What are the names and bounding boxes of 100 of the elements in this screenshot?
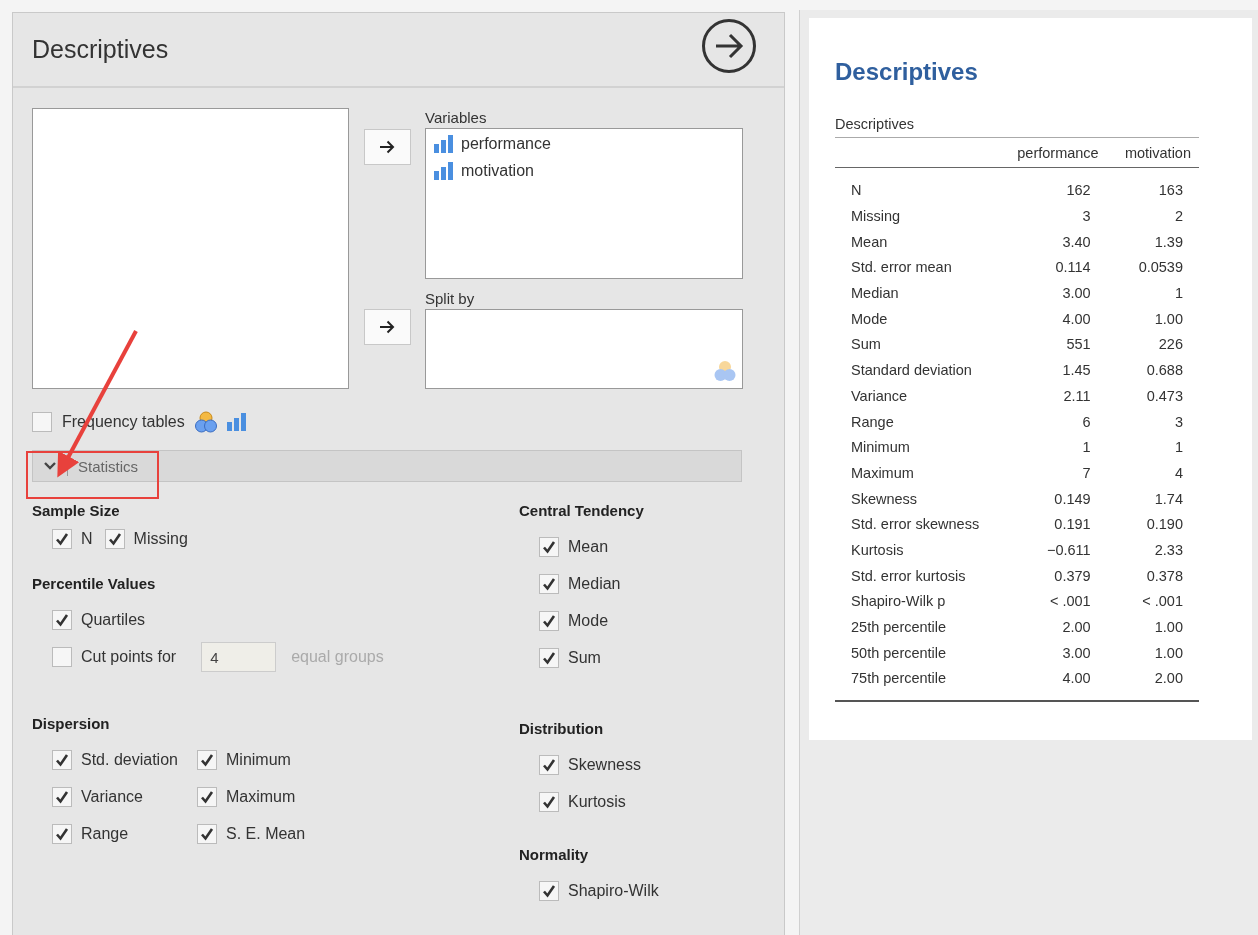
row-label: 25th percentile (850, 618, 948, 638)
option-label: Mode (568, 612, 609, 630)
table-cell-text: 2.00 (1061, 618, 1092, 638)
run-button[interactable] (702, 18, 756, 73)
move-button[interactable] (363, 129, 411, 165)
checkbox[interactable] (52, 750, 72, 770)
table-cell-text: 0.378 (1145, 566, 1184, 586)
nominal-variable-icon (714, 360, 736, 382)
nominal-variable-icon (194, 411, 217, 433)
list-label: Split by (425, 289, 476, 309)
number-field[interactable]: 4 (201, 642, 277, 672)
continuous-variable-icon (226, 413, 246, 431)
table-cell-text: 2.33 (1153, 540, 1184, 560)
row-label: Sum (850, 335, 882, 355)
move-button[interactable] (363, 309, 411, 345)
checkbox[interactable] (197, 787, 217, 807)
checkbox[interactable] (104, 529, 125, 549)
row-label: Std. error mean (850, 258, 953, 278)
checkbox[interactable] (539, 881, 559, 901)
table-cell-text: 0.379 (1053, 566, 1092, 586)
group-heading: Sample Size (32, 502, 121, 519)
group-heading: Normality (519, 846, 590, 863)
section-header[interactable]: Statistics (32, 450, 742, 482)
checkbox[interactable] (197, 750, 217, 770)
table-cell-text: 551 (1065, 335, 1092, 355)
table-caption: Descriptives (835, 116, 1199, 138)
table-cell-text: 0.114 (1054, 258, 1092, 278)
arrow-right-icon (714, 32, 744, 59)
checkbox[interactable] (539, 755, 559, 775)
variable-item[interactable]: performance (461, 135, 551, 153)
checkbox[interactable] (539, 611, 559, 631)
table-cell-text: 1.00 (1153, 643, 1184, 663)
continuous-variable-icon (434, 162, 453, 180)
table-cell-text: 3 (1173, 412, 1184, 432)
checkbox[interactable] (197, 824, 217, 844)
row-label: Mode (850, 309, 889, 329)
column-header: motivation (1106, 138, 1199, 168)
continuous-variable-icon (434, 135, 453, 153)
variable-item[interactable]: motivation (461, 162, 534, 180)
table-cell-text: 0.190 (1145, 515, 1184, 535)
table-cell-text: 3.40 (1061, 232, 1092, 252)
table-cell-text: 1.45 (1061, 361, 1092, 381)
table-cell-text: 1 (1173, 438, 1184, 458)
option-label: Std. deviation (81, 751, 178, 769)
list-label: Variables (425, 108, 488, 128)
table-cell-text: 3.00 (1061, 643, 1092, 663)
option-label: Maximum (226, 788, 296, 806)
option-label: Missing (133, 530, 188, 548)
checkbox[interactable] (539, 574, 559, 594)
checkbox[interactable] (52, 824, 72, 844)
results-title: Descriptives (835, 58, 979, 86)
option-label: Cut points for (81, 648, 177, 666)
row-label: Std. error kurtosis (850, 566, 967, 586)
table-cell-text: 1.00 (1153, 309, 1184, 329)
table-cell-text: 3.00 (1061, 284, 1092, 304)
checkbox[interactable] (32, 412, 52, 432)
table-cell-text: 1.39 (1153, 232, 1184, 252)
option-label: N (81, 530, 93, 548)
table-cell-text: 1.74 (1153, 489, 1184, 509)
table-cell-text: 0.149 (1053, 489, 1092, 509)
table-cell-text: < .001 (1048, 592, 1092, 612)
checkbox[interactable] (52, 529, 72, 549)
option-label: Sum (568, 649, 601, 667)
option-label: Range (81, 825, 129, 843)
checkbox[interactable] (52, 610, 72, 630)
row-label: 75th percentile (850, 669, 948, 689)
column-header: performance (997, 138, 1107, 168)
option-label: Mean (568, 538, 609, 556)
table-cell-text: 1.00 (1153, 618, 1184, 638)
table-cell-text: 1 (1081, 438, 1092, 458)
checkbox[interactable] (539, 792, 559, 812)
group-heading: Distribution (519, 720, 605, 737)
checkbox[interactable] (539, 648, 559, 668)
row-label: Skewness (850, 489, 919, 509)
panel-title: Descriptives (32, 35, 169, 64)
checkbox[interactable] (52, 787, 72, 807)
table-cell-text: 4.00 (1061, 309, 1092, 329)
arrow-right-icon (379, 320, 395, 334)
table-cell-text: 4 (1173, 463, 1184, 483)
row-label: Range (850, 412, 895, 432)
checkbox[interactable] (539, 537, 559, 557)
option-label: Kurtosis (568, 793, 626, 811)
table-cell-text: 0.688 (1145, 361, 1184, 381)
row-label: Shapiro-Wilk p (850, 592, 947, 612)
row-label: 50th percentile (850, 643, 948, 663)
row-label: Minimum (850, 438, 911, 458)
row-label: N (850, 181, 863, 201)
table-cell-text: 0.473 (1145, 386, 1184, 406)
option-label: Shapiro-Wilk (568, 882, 659, 900)
table-cell-text: −0.611 (1045, 540, 1092, 560)
table-cell-text: < .001 (1141, 592, 1184, 612)
table-cell-text: 2.00 (1153, 669, 1184, 689)
variables-list[interactable]: performance motivation (425, 128, 743, 279)
checkbox[interactable] (52, 647, 72, 667)
split-by-list[interactable] (425, 309, 743, 389)
table-cell-text: 6 (1081, 412, 1092, 432)
table-cell-text: 1 (1173, 284, 1184, 304)
chevron-icon (43, 461, 57, 471)
table-cell-text: 226 (1157, 335, 1184, 355)
arrow-right-icon (379, 140, 395, 154)
